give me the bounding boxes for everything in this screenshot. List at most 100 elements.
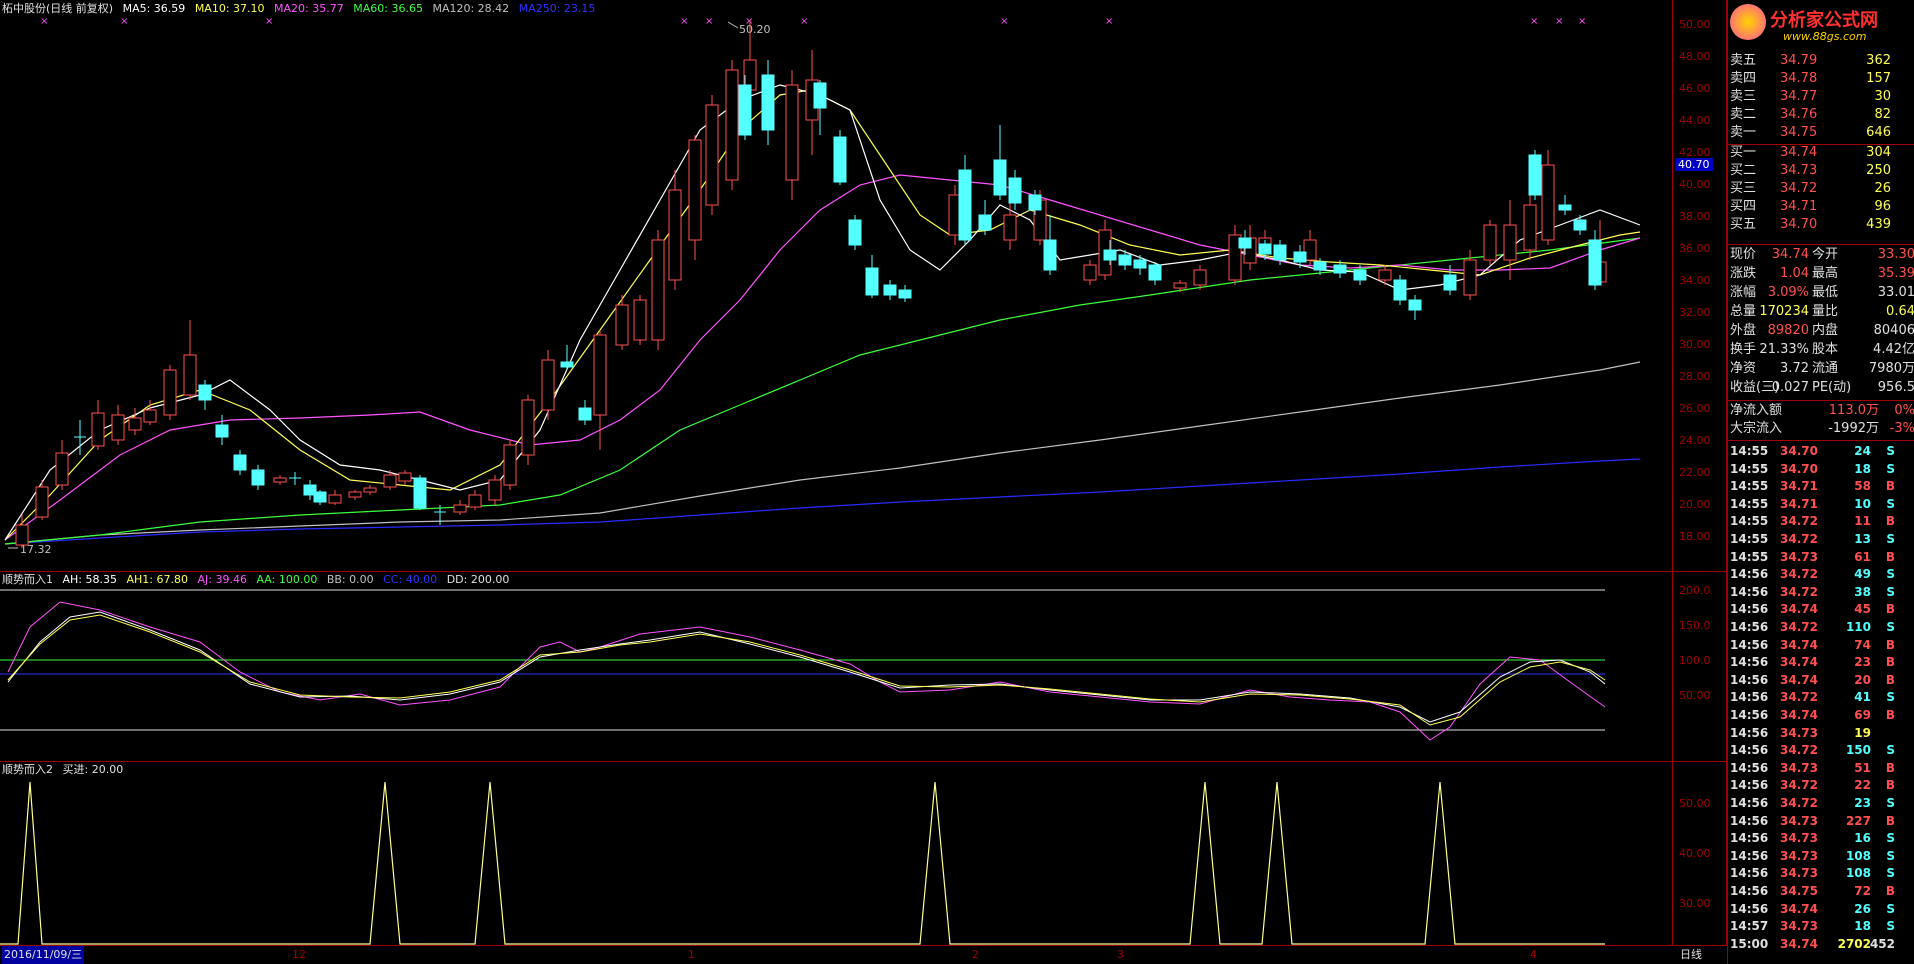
tick-row[interactable]: 14:55 34.71 10 S bbox=[1728, 495, 1914, 513]
tick-time: 14:55 bbox=[1730, 496, 1769, 511]
indicator2-chart bbox=[0, 781, 1605, 945]
ah-line bbox=[7, 611, 1606, 723]
tick-time: 14:56 bbox=[1730, 813, 1769, 828]
order-book-row[interactable]: 买一 34.74 304 bbox=[1728, 144, 1914, 162]
svg-text:×: × bbox=[1578, 16, 1586, 27]
ma120-line bbox=[4, 361, 1641, 545]
order-label: 买五 bbox=[1730, 217, 1757, 232]
tick-row[interactable]: 14:56 34.75 72 B bbox=[1728, 882, 1914, 900]
svg-text:×: × bbox=[120, 16, 128, 27]
stats-row: 净资 3.72 流通 7980万 bbox=[1728, 360, 1914, 378]
stat-label: 总量 bbox=[1730, 304, 1757, 319]
stat-value: 33.01 bbox=[1877, 285, 1914, 300]
tick-row[interactable]: 14:55 34.71 58 B bbox=[1728, 477, 1914, 495]
indicator1-axis: 200.0 150.0 100.0 50.00 bbox=[1672, 572, 1723, 762]
order-label: 买四 bbox=[1730, 199, 1757, 214]
period-label[interactable]: 日线 bbox=[1680, 946, 1702, 964]
tick-row[interactable]: 14:56 34.73 108 S bbox=[1728, 847, 1914, 865]
svg-text:×: × bbox=[800, 16, 808, 27]
order-price: 34.78 bbox=[1780, 71, 1818, 86]
order-book-row[interactable]: 买二 34.73 250 bbox=[1728, 162, 1914, 180]
tick-row[interactable]: 14:56 34.72 49 S bbox=[1728, 565, 1914, 583]
svg-text:×: × bbox=[680, 16, 688, 27]
stat-label: 最高 bbox=[1812, 266, 1839, 281]
tick-row[interactable]: 14:56 34.72 150 S bbox=[1728, 741, 1914, 759]
tick-row[interactable]: 15:00 34.74 2702 452 bbox=[1728, 935, 1914, 953]
tick-row[interactable]: 14:56 34.74 23 B bbox=[1728, 653, 1914, 671]
tick-row[interactable]: 14:56 34.72 41 S bbox=[1728, 688, 1914, 706]
order-book-row[interactable]: 买三 34.72 26 bbox=[1728, 180, 1914, 198]
tick-time: 14:55 bbox=[1730, 549, 1769, 564]
order-book-row[interactable]: 卖二 34.76 82 bbox=[1728, 106, 1914, 124]
stat-value: 21.33% bbox=[1759, 342, 1809, 357]
tick-side: S bbox=[1886, 866, 1895, 881]
tick-volume: 19 bbox=[1854, 725, 1871, 740]
tick-time: 14:56 bbox=[1730, 725, 1769, 740]
tick-side: S bbox=[1886, 532, 1895, 546]
tick-row[interactable]: 14:55 34.70 18 S bbox=[1728, 460, 1914, 478]
order-book-row[interactable]: 买五 34.70 439 bbox=[1728, 216, 1914, 234]
tick-row[interactable]: 14:55 34.73 61 B bbox=[1728, 548, 1914, 566]
tick-row[interactable]: 14:55 34.70 24 S bbox=[1728, 442, 1914, 460]
tick-row[interactable]: 14:56 34.72 110 S bbox=[1728, 618, 1914, 636]
price-flag: 40.70 bbox=[1675, 158, 1713, 171]
tick-side: B bbox=[1885, 708, 1895, 722]
tick-row[interactable]: 14:56 34.72 22 B bbox=[1728, 776, 1914, 794]
tick-volume: 23 bbox=[1854, 655, 1871, 670]
order-book-row[interactable]: 卖三 34.77 30 bbox=[1728, 88, 1914, 106]
tick-side: S bbox=[1886, 919, 1895, 934]
order-label: 卖一 bbox=[1730, 125, 1757, 140]
quote-panel: 分析家公式网 www.88gs.com 卖五 34.79 362 卖四 34.78 157… bbox=[1727, 0, 1914, 964]
tick-volume: 58 bbox=[1854, 479, 1871, 494]
tick-side: S bbox=[1886, 690, 1895, 705]
tick-row[interactable]: 14:56 34.73 51 B bbox=[1728, 759, 1914, 777]
stat-label: 净资 bbox=[1730, 361, 1757, 376]
tick-row[interactable]: 14:56 34.74 20 B bbox=[1728, 671, 1914, 689]
tick-row[interactable]: 14:57 34.73 18 S bbox=[1728, 917, 1914, 935]
tick-row[interactable]: 14:56 34.72 23 S bbox=[1728, 794, 1914, 812]
tick-row[interactable]: 14:55 34.72 11 B bbox=[1728, 512, 1914, 530]
order-book-row[interactable]: 卖一 34.75 646 bbox=[1728, 124, 1914, 142]
date-start: 2016/11/09/三 bbox=[2, 946, 85, 964]
tick-row[interactable]: 14:55 34.72 13 S bbox=[1728, 530, 1914, 548]
stat-label: 现价 bbox=[1730, 247, 1757, 262]
order-volume: 646 bbox=[1866, 125, 1891, 140]
order-price: 34.77 bbox=[1780, 89, 1818, 104]
tick-time: 14:55 bbox=[1730, 479, 1769, 494]
flow-percent: 0% bbox=[1894, 403, 1914, 418]
tick-row[interactable]: 14:56 34.74 26 S bbox=[1728, 900, 1914, 918]
tick-volume: 49 bbox=[1854, 567, 1871, 582]
tick-time: 14:56 bbox=[1730, 848, 1769, 863]
tick-volume: 18 bbox=[1854, 919, 1871, 934]
tick-row[interactable]: 14:56 34.73 108 S bbox=[1728, 864, 1914, 882]
tick-volume: 51 bbox=[1854, 760, 1871, 775]
aj-line bbox=[7, 601, 1606, 741]
tick-volume: 61 bbox=[1854, 549, 1871, 564]
order-book-row[interactable]: 卖四 34.78 157 bbox=[1728, 70, 1914, 88]
flow-value: -1992万 bbox=[1828, 421, 1879, 436]
tick-row[interactable]: 14:56 34.74 74 B bbox=[1728, 636, 1914, 654]
stats-row: 总量 170234 量比 0.64 bbox=[1728, 303, 1914, 321]
stat-value: 34.74 bbox=[1771, 247, 1809, 262]
tick-volume: 20 bbox=[1854, 672, 1871, 687]
tick-row[interactable]: 14:56 34.72 38 S bbox=[1728, 583, 1914, 601]
tick-volume: 74 bbox=[1854, 637, 1871, 652]
order-volume: 30 bbox=[1874, 89, 1891, 104]
tick-price: 34.73 bbox=[1780, 813, 1818, 828]
tick-time: 14:56 bbox=[1730, 866, 1769, 881]
tick-row[interactable]: 14:56 34.73 19 bbox=[1728, 724, 1914, 742]
tick-row[interactable]: 14:56 34.74 45 B bbox=[1728, 600, 1914, 618]
tick-volume: 150 bbox=[1845, 743, 1871, 758]
tick-row[interactable]: 14:56 34.74 69 B bbox=[1728, 706, 1914, 724]
tick-volume: 16 bbox=[1854, 831, 1871, 846]
tick-price: 34.72 bbox=[1780, 567, 1818, 582]
order-book-row[interactable]: 买四 34.71 96 bbox=[1728, 198, 1914, 216]
stats-row: 现价 34.74 今开 33.30 bbox=[1728, 246, 1914, 264]
tick-row[interactable]: 14:56 34.73 16 S bbox=[1728, 829, 1914, 847]
tick-volume: 13 bbox=[1854, 532, 1871, 546]
tick-side: B bbox=[1885, 514, 1895, 529]
tick-price: 34.71 bbox=[1780, 496, 1818, 511]
order-book-row[interactable]: 卖五 34.79 362 bbox=[1728, 52, 1914, 70]
tick-price: 34.74 bbox=[1780, 655, 1818, 670]
tick-row[interactable]: 14:56 34.73 227 B bbox=[1728, 812, 1914, 830]
